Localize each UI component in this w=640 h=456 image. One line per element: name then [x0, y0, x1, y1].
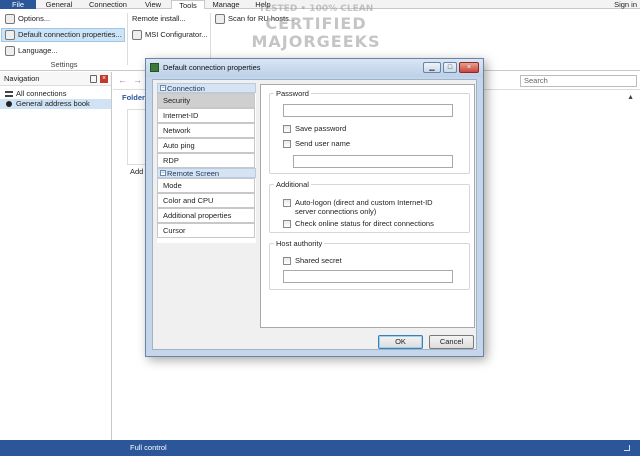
collapse-icon[interactable]: −	[160, 170, 166, 176]
scan-ru-hosts-button[interactable]: Scan for RU hosts...	[212, 12, 298, 26]
default-connection-properties-dialog: Default connection properties ▁ □ × − Co…	[145, 58, 484, 357]
nav-item-all-connections[interactable]: All connections	[0, 89, 111, 99]
folder-label: Folder	[122, 93, 145, 102]
check-online-status-checkbox[interactable]: Check online status for direct connectio…	[283, 219, 434, 228]
category-internet-id[interactable]: Internet-ID	[157, 108, 255, 123]
pin-icon[interactable]	[90, 75, 97, 83]
tab-view[interactable]: View	[136, 0, 170, 9]
category-mode[interactable]: Mode	[157, 178, 255, 193]
checkbox-box[interactable]	[283, 125, 291, 133]
navigation-pane: Navigation × All connections General add…	[0, 72, 112, 440]
checkbox-box[interactable]	[283, 220, 291, 228]
category-header-connection[interactable]: − Connection	[157, 83, 256, 93]
remote-install-button[interactable]: Remote install...	[129, 12, 189, 26]
collapse-caret-icon[interactable]: ▲	[627, 94, 634, 101]
options-button[interactable]: Options...	[2, 12, 53, 26]
globe-icon	[5, 46, 15, 56]
default-connection-properties-button[interactable]: Default connection properties...	[1, 28, 125, 42]
minimize-button[interactable]: ▁	[423, 62, 441, 73]
dialog-title-bar[interactable]: Default connection properties ▁ □ ×	[146, 59, 483, 77]
additional-group-title: Additional	[274, 180, 311, 189]
status-bar: Full control	[0, 440, 640, 456]
auto-logon-checkbox[interactable]: Auto-logon (direct and custom Internet-I…	[283, 198, 453, 216]
gear-icon	[5, 14, 15, 24]
password-field[interactable]	[283, 104, 453, 117]
category-color-and-cpu[interactable]: Color and CPU	[157, 193, 255, 208]
add-label[interactable]: Add	[130, 167, 143, 176]
security-settings-panel: Password Save password Send user name Ad…	[260, 84, 475, 328]
close-button[interactable]: ×	[459, 62, 479, 73]
collapse-icon[interactable]: −	[160, 85, 166, 91]
send-user-name-checkbox[interactable]: Send user name	[283, 139, 350, 148]
dialog-title: Default connection properties	[163, 63, 261, 72]
tab-general[interactable]: General	[38, 0, 80, 9]
shared-secret-checkbox[interactable]: Shared secret	[283, 256, 342, 265]
nav-item-general-address-book[interactable]: General address book	[0, 99, 111, 109]
settings-group-label: Settings	[50, 60, 78, 69]
language-button[interactable]: Language...	[2, 44, 61, 58]
close-icon[interactable]: ×	[100, 75, 108, 83]
category-rdp[interactable]: RDP	[157, 153, 255, 168]
tab-manage[interactable]: Manage	[207, 0, 245, 9]
cancel-button[interactable]: Cancel	[429, 335, 474, 349]
save-password-checkbox[interactable]: Save password	[283, 124, 346, 133]
password-group: Password Save password Send user name	[269, 89, 470, 174]
scan-icon	[215, 14, 225, 24]
tab-help[interactable]: Help	[247, 0, 279, 9]
dialog-body: − Connection Security Internet-ID Networ…	[152, 79, 477, 350]
tab-connection[interactable]: Connection	[82, 0, 134, 9]
category-security[interactable]: Security	[157, 93, 255, 108]
ok-button[interactable]: OK	[378, 335, 423, 349]
resize-grip-icon[interactable]	[624, 445, 630, 451]
category-header-remote-screen[interactable]: − Remote Screen	[157, 168, 256, 178]
address-book-icon	[6, 101, 12, 107]
category-network[interactable]: Network	[157, 123, 255, 138]
tab-file[interactable]: File	[0, 0, 36, 9]
category-cursor[interactable]: Cursor	[157, 223, 255, 238]
wrench-icon	[5, 30, 15, 40]
additional-group: Additional Auto-logon (direct and custom…	[269, 180, 470, 233]
category-list: − Connection Security Internet-ID Networ…	[157, 83, 256, 243]
password-group-title: Password	[274, 89, 311, 98]
list-icon	[5, 91, 13, 97]
maximize-button[interactable]: □	[443, 62, 457, 73]
navigation-header: Navigation ×	[0, 72, 111, 86]
status-text: Full control	[130, 443, 167, 452]
category-additional-properties[interactable]: Additional properties	[157, 208, 255, 223]
app-icon	[150, 63, 159, 72]
checkbox-box[interactable]	[283, 199, 291, 207]
host-authority-group-title: Host authority	[274, 239, 325, 248]
shared-secret-field[interactable]	[283, 270, 453, 283]
msi-icon	[132, 30, 142, 40]
search-input[interactable]: Search	[520, 75, 637, 87]
forward-arrow-icon[interactable]: →	[133, 75, 142, 85]
checkbox-box[interactable]	[283, 257, 291, 265]
category-auto-ping[interactable]: Auto ping	[157, 138, 255, 153]
ribbon-tab-bar: File General Connection View Tools Manag…	[0, 0, 640, 10]
ribbon-separator	[127, 13, 128, 65]
user-name-field[interactable]	[293, 155, 453, 168]
checkbox-box[interactable]	[283, 140, 291, 148]
sign-in-link[interactable]: Sign in	[614, 0, 637, 9]
msi-configurator-button[interactable]: MSI Configurator...	[129, 28, 211, 42]
host-authority-group: Host authority Shared secret	[269, 239, 470, 290]
back-arrow-icon[interactable]: ←	[118, 75, 127, 85]
